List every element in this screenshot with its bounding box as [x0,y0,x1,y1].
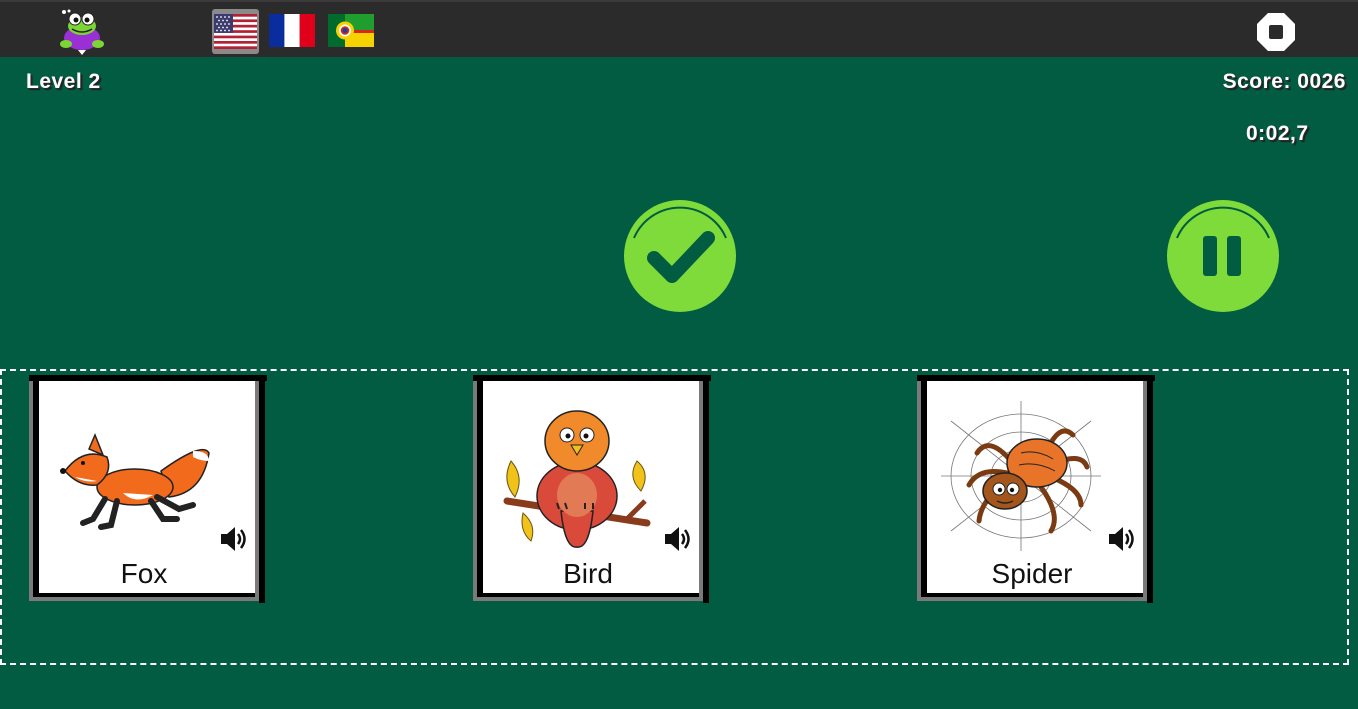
fox-illustration [53,401,213,551]
card-spider[interactable]: Spider [917,375,1155,603]
speaker-icon[interactable] [1107,524,1137,554]
bird-illustration [497,401,657,551]
pause-button[interactable] [1165,198,1281,314]
stop-icon[interactable] [1256,12,1296,52]
card-bird[interactable]: Bird [473,375,711,603]
speaker-icon[interactable] [219,524,249,554]
spider-illustration [941,401,1101,551]
card-label: Bird [563,558,613,589]
france-flag-icon[interactable] [269,14,315,49]
top-bar [0,0,1358,57]
check-answer-button[interactable] [622,198,738,314]
score-display: Score: 0026 [1222,70,1346,93]
card-fox[interactable]: Fox [29,375,267,603]
frog-mascot-icon[interactable] [56,8,108,58]
timer-display: 0:02,7 [1246,122,1309,145]
level-indicator: Level 2 [26,70,101,93]
checkmark-icon [624,200,736,312]
us-flag-icon[interactable] [212,9,259,54]
speaker-icon[interactable] [663,524,693,554]
pause-icon [1167,200,1279,312]
brazil-flag-icon[interactable] [328,14,374,49]
card-label: Spider [991,558,1073,589]
card-label: Fox [120,558,168,589]
